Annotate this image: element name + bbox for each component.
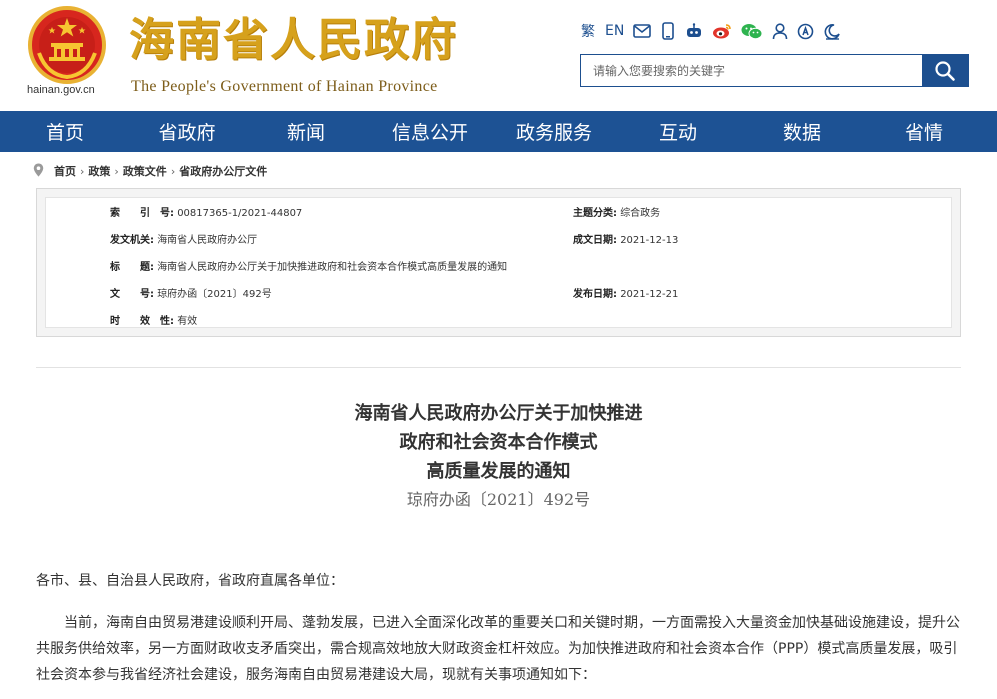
meta-issuer: 发文机关: 海南省人民政府办公厅 xyxy=(110,231,257,246)
document-metadata-box: 索 引 号: 00817365-1/2021-44807 主题分类: 综合政务 … xyxy=(36,188,961,337)
breadcrumb-office-documents[interactable]: 省政府办公厅文件 xyxy=(179,163,267,179)
meta-created-date: 成文日期: 2021-12-13 xyxy=(573,231,678,246)
wechat-icon[interactable] xyxy=(741,20,763,42)
breadcrumb-policy[interactable]: 政策 xyxy=(88,163,110,179)
document-title-line-3: 高质量发展的通知 xyxy=(426,461,571,482)
document-title-line-2: 政府和社会资本合作模式 xyxy=(399,432,598,453)
breadcrumb-separator: › xyxy=(80,164,85,178)
accessibility-icon[interactable] xyxy=(797,20,814,42)
nav-item-data[interactable]: 数据 xyxy=(740,111,864,152)
paragraph-1-line-2: 共服务供给效率，另一方面财政收支矛盾突出，需合规高效地放大财政资金杠杆效应。为加… xyxy=(36,641,958,657)
traditional-chinese-link[interactable]: 繁 xyxy=(580,20,596,42)
paragraph-1-line-3: 社会资本参与我省经济社会建设，服务海南自由贸易港建设大局，现就有关事项通知如下： xyxy=(36,667,596,683)
nav-item-government-services[interactable]: 政务服务 xyxy=(492,111,616,152)
nav-item-home[interactable]: 首页 xyxy=(0,111,130,152)
breadcrumb-home[interactable]: 首页 xyxy=(54,163,76,179)
utility-bar: 繁 EN xyxy=(580,20,841,42)
site-domain: hainan.gov.cn xyxy=(27,84,95,96)
search-input[interactable] xyxy=(581,55,922,86)
document-title-line-1: 海南省人民政府办公厅关于加快推进 xyxy=(354,403,643,424)
meta-topic-label: 主题分类: xyxy=(573,208,617,219)
meta-issuer-value: 海南省人民政府办公厅 xyxy=(157,235,258,246)
mobile-icon[interactable] xyxy=(660,20,676,42)
meta-title: 标 题: 海南省人民政府办公厅关于加快推进政府和社会资本合作模式高质量发展的通知 xyxy=(110,258,507,273)
meta-created-label: 成文日期: xyxy=(573,235,617,246)
meta-index: 索 引 号: 00817365-1/2021-44807 xyxy=(110,204,302,219)
breadcrumb-separator: › xyxy=(114,164,119,178)
paragraph-1-line-1: 当前，海南自由贸易港建设顺利开局、蓬勃发展，已进入全面深化改革的重要关口和关键时… xyxy=(36,615,960,631)
search-bar xyxy=(580,54,969,87)
nav-item-news[interactable]: 新闻 xyxy=(244,111,368,152)
meta-docno-value: 琼府办函〔2021〕492号 xyxy=(157,289,272,300)
nav-item-interaction[interactable]: 互动 xyxy=(616,111,740,152)
national-emblem-logo[interactable] xyxy=(27,5,107,85)
content-divider xyxy=(36,367,961,368)
document-number: 琼府办函〔2021〕492号 xyxy=(406,490,591,509)
robot-icon[interactable] xyxy=(685,20,703,42)
site-title-en: The People's Government of Hainan Provin… xyxy=(131,78,438,95)
meta-docno-label: 文 号: xyxy=(110,289,154,300)
search-button[interactable] xyxy=(922,55,968,86)
site-title-cn[interactable]: 海南省人民政府 xyxy=(129,12,458,68)
meta-created-value: 2021-12-13 xyxy=(620,235,679,246)
site-header: hainan.gov.cn 海南省人民政府 The People's Gover… xyxy=(0,0,997,111)
meta-published-date: 发布日期: 2021-12-21 xyxy=(573,285,678,300)
meta-validity-label: 时 效 性: xyxy=(110,316,174,327)
meta-published-label: 发布日期: xyxy=(573,289,617,300)
nav-item-information-disclosure[interactable]: 信息公开 xyxy=(368,111,492,152)
breadcrumb-policy-documents[interactable]: 政策文件 xyxy=(123,163,167,179)
user-icon[interactable] xyxy=(772,20,788,42)
meta-validity: 时 效 性: 有效 xyxy=(110,312,197,327)
document-metadata-inner: 索 引 号: 00817365-1/2021-44807 主题分类: 综合政务 … xyxy=(45,197,952,328)
main-nav: 首页 省政府 新闻 信息公开 政务服务 互动 数据 省情 xyxy=(0,111,997,152)
elder-mode-icon[interactable] xyxy=(823,20,841,42)
meta-title-label: 标 题: xyxy=(110,262,154,273)
meta-title-value: 海南省人民政府办公厅关于加快推进政府和社会资本合作模式高质量发展的通知 xyxy=(157,262,508,273)
meta-validity-value: 有效 xyxy=(177,316,198,327)
meta-issuer-label: 发文机关: xyxy=(110,235,154,246)
document-salutation: 各市、县、自治县人民政府，省政府直属各单位： xyxy=(36,573,344,589)
search-icon xyxy=(935,60,955,81)
mail-icon[interactable] xyxy=(633,20,652,42)
meta-topic-value: 综合政务 xyxy=(620,208,661,219)
breadcrumb-separator: › xyxy=(170,164,176,178)
location-pin-icon xyxy=(33,163,44,180)
meta-published-value: 2021-12-21 xyxy=(620,289,679,300)
meta-index-value: 00817365-1/2021-44807 xyxy=(177,208,303,219)
nav-item-provincial-overview[interactable]: 省情 xyxy=(864,111,984,152)
meta-topic: 主题分类: 综合政务 xyxy=(573,204,660,219)
english-link[interactable]: EN xyxy=(605,20,624,42)
weibo-icon[interactable] xyxy=(712,20,732,42)
nav-item-provincial-government[interactable]: 省政府 xyxy=(130,111,244,152)
breadcrumb: 首页 › 政策 › 政策文件 › 省政府办公厅文件 xyxy=(33,162,267,180)
meta-index-label: 索 引 号: xyxy=(110,208,174,219)
meta-doc-number: 文 号: 琼府办函〔2021〕492号 xyxy=(110,285,272,300)
